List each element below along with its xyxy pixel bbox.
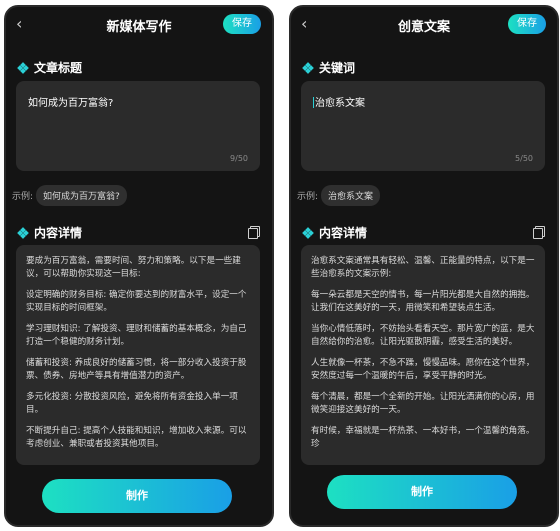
character-counter: 9/50 <box>230 154 248 163</box>
title-input[interactable]: 如何成为百万富翁? 9/50 <box>16 81 260 171</box>
section-heading-keywords: 关键词 <box>302 59 356 76</box>
copy-icon[interactable] <box>248 226 260 239</box>
save-button[interactable]: 保存 <box>508 14 546 34</box>
section-heading-content: 内容详情 <box>302 224 368 241</box>
right-phone-screen: ‹ 创意文案 保存 关键词 治愈系文案 5/50 示例: 治愈系文案 内容详情 治… <box>289 5 559 527</box>
content-paragraph: 人生就像一杯茶，不急不躁，慢慢品味。愿你在这个世界，安然度过每一个温暖的午后，享… <box>311 358 535 381</box>
left-phone-screen: ‹ 新媒体写作 保存 文章标题 如何成为百万富翁? 9/50 示例: 如何成为百万… <box>4 5 274 527</box>
content-paragraph: 每一朵云都是天空的情书，每一片阳光都是大自然的拥抱。让我们在这美好的一天，用微笑… <box>311 290 535 313</box>
content-paragraph: 学习理财知识: 了解投资、理财和储蓄的基本概念，为自己打造一个稳健的财务计划。 <box>26 324 247 347</box>
top-bar: ‹ 新媒体写作 保存 <box>6 7 272 45</box>
top-bar: ‹ 创意文案 保存 <box>291 7 557 45</box>
example-row: 示例: 治愈系文案 <box>297 185 381 206</box>
make-button[interactable]: 制作 <box>327 475 517 509</box>
diamond-icon <box>302 227 314 239</box>
input-value-wrapper: 治愈系文案 <box>313 94 365 109</box>
content-paragraph: 要成为百万富翁，需要时间、努力和策略。以下是一些建议，可以帮助你实现这一目标: <box>26 256 241 279</box>
content-paragraph: 不断提升自己: 提高个人技能和知识，增加收入来源。可以考虑创业、兼职或者投资其他… <box>26 426 247 449</box>
diamond-icon <box>17 227 29 239</box>
section-heading-content: 内容详情 <box>17 224 83 241</box>
save-button[interactable]: 保存 <box>223 14 261 34</box>
content-paragraph: 有时候，幸福就是一杯热茶、一本好书，一个温馨的角落。珍 <box>311 426 535 449</box>
content-paragraph: 多元化投资: 分散投资风险，避免将所有资金投入单一项目。 <box>26 392 238 415</box>
content-paragraph: 每个清晨，都是一个全新的开始。让阳光洒满你的心房，用微笑迎接这美好的一天。 <box>311 392 535 415</box>
content-paragraph: 治愈系文案通常具有轻松、温馨、正能量的特点，以下是一些治愈系的文案示例: <box>311 256 535 279</box>
example-row: 示例: 如何成为百万富翁? <box>12 185 127 206</box>
example-chip[interactable]: 如何成为百万富翁? <box>36 185 127 206</box>
example-label: 示例: <box>12 192 34 202</box>
section-heading-label: 内容详情 <box>34 226 83 240</box>
section-heading-label: 内容详情 <box>319 226 368 240</box>
example-chip[interactable]: 治愈系文案 <box>321 185 381 206</box>
content-paragraph: 当你心情低落时，不妨抬头看看天空。那片宽广的蓝，是大自然给你的治愈。让阳光驱散阴… <box>311 324 535 347</box>
text-cursor <box>313 97 314 108</box>
content-detail-box[interactable]: 治愈系文案通常具有轻松、温馨、正能量的特点，以下是一些治愈系的文案示例: 每一朵… <box>301 245 545 465</box>
example-label: 示例: <box>297 192 319 202</box>
make-button[interactable]: 制作 <box>42 479 232 513</box>
diamond-icon <box>17 62 29 74</box>
section-heading-label: 文章标题 <box>34 61 83 75</box>
diamond-icon <box>302 62 314 74</box>
content-detail-box[interactable]: 要成为百万富翁，需要时间、努力和策略。以下是一些建议，可以帮助你实现这一目标: … <box>16 245 260 465</box>
input-value: 治愈系文案 <box>315 98 365 109</box>
content-paragraph: 设定明确的财务目标: 确定你要达到的财富水平，设定一个实现目标的时间框架。 <box>26 290 247 313</box>
section-heading-label: 关键词 <box>319 61 356 75</box>
character-counter: 5/50 <box>515 154 533 163</box>
content-paragraph: 储蓄和投资: 养成良好的储蓄习惯，将一部分收入投资于股票、债券、房地产等具有增值… <box>26 358 247 381</box>
section-heading-article-title: 文章标题 <box>17 59 83 76</box>
copy-icon[interactable] <box>533 226 545 239</box>
keyword-input[interactable]: 治愈系文案 5/50 <box>301 81 545 171</box>
input-value: 如何成为百万富翁? <box>28 98 114 109</box>
